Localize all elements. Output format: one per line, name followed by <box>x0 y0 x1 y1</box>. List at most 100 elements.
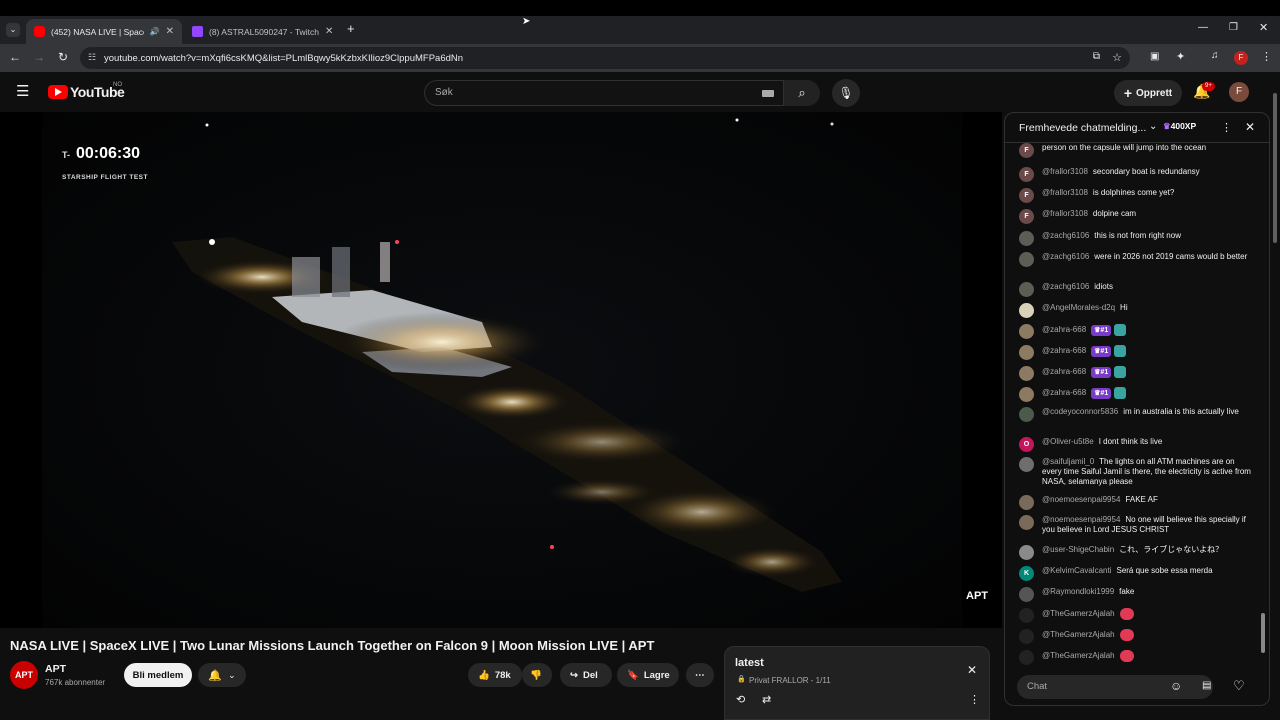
chat-author-name[interactable]: @zahra-668 <box>1042 325 1086 334</box>
chat-author-avatar[interactable] <box>1019 345 1034 360</box>
chat-author-avatar[interactable]: O <box>1019 437 1034 452</box>
tab-search-icon[interactable]: ⌄ <box>6 23 20 37</box>
chat-author-avatar[interactable]: F <box>1019 188 1034 203</box>
chat-author-name[interactable]: @frallor3108 <box>1042 209 1088 218</box>
chat-author-avatar[interactable] <box>1019 587 1034 602</box>
chat-author-name[interactable]: @zachg6106 <box>1042 282 1089 291</box>
save-button[interactable]: 🔖 Lagre <box>617 663 679 687</box>
chat-message[interactable]: @zahra-668 ♛#1 <box>1019 345 1255 360</box>
browser-menu-icon[interactable]: ⋮ <box>1261 50 1272 63</box>
search-input[interactable]: Søk <box>424 80 784 106</box>
chat-author-avatar[interactable]: F <box>1019 167 1034 182</box>
new-tab-icon[interactable]: + <box>347 21 355 36</box>
xp-badge[interactable]: ♛400XP <box>1163 121 1196 132</box>
chat-author-avatar[interactable] <box>1019 324 1034 339</box>
heart-icon[interactable]: ♡ <box>1233 678 1245 694</box>
chat-message[interactable]: F @frallor3108 dolpine cam <box>1019 209 1255 224</box>
chat-author-name[interactable]: @zahra-668 <box>1042 346 1086 355</box>
chat-author-avatar[interactable] <box>1019 515 1034 530</box>
chat-message[interactable]: F @frallor3108 is dolphines come yet? <box>1019 188 1255 203</box>
chevron-down-icon[interactable]: ⌄ <box>1149 121 1157 132</box>
channel-name[interactable]: APT <box>45 663 66 675</box>
close-tab-icon[interactable]: ✕ <box>325 26 333 37</box>
media-control-icon[interactable]: ♫ <box>1211 50 1219 61</box>
chat-author-name[interactable]: @TheGamerzAjalah <box>1042 651 1115 660</box>
bookmark-star-icon[interactable]: ☆ <box>1112 51 1122 64</box>
subscribe-bell-button[interactable]: 🔔 ⌄ <box>198 663 246 687</box>
minimize-icon[interactable]: — <box>1198 22 1208 33</box>
chat-message[interactable]: @codeyoconnor5836 im in australia is this… <box>1019 407 1255 422</box>
chat-author-avatar[interactable] <box>1019 387 1034 402</box>
tab-youtube[interactable]: (452) NASA LIVE | SpaceX LI 🔊 ✕ <box>26 19 182 44</box>
chat-message[interactable]: @Raymondloki1999 fake <box>1019 587 1255 602</box>
chat-message[interactable]: @TheGamerzAjalah <box>1019 608 1255 623</box>
chat-message[interactable]: @zachg6106 idiots <box>1019 282 1255 297</box>
chat-author-name[interactable]: @Oliver-u5t8e <box>1042 437 1094 446</box>
chat-author-avatar[interactable]: K <box>1019 566 1034 581</box>
loop-icon[interactable]: ⟲ <box>736 693 745 706</box>
youtube-logo-icon[interactable] <box>48 85 68 99</box>
dislike-button[interactable]: 👎 <box>522 663 552 687</box>
chat-message[interactable]: @zahra-668 ♛#1 <box>1019 324 1255 339</box>
tab-twitch[interactable]: (8) ASTRAL5090247 - Twitch ✕ <box>184 19 340 44</box>
create-button[interactable]: + Opprett <box>1114 80 1182 106</box>
chat-author-avatar[interactable] <box>1019 252 1034 267</box>
chat-author-avatar[interactable] <box>1019 407 1034 422</box>
forward-icon[interactable]: → <box>31 50 47 64</box>
chat-scrollbar[interactable] <box>1261 613 1265 653</box>
chat-author-name[interactable]: @noemoesenpai9954 <box>1042 515 1120 524</box>
search-button[interactable]: ⌕ <box>784 80 820 106</box>
chat-message[interactable]: @noemoesenpai9954 FAKE AF <box>1019 495 1255 510</box>
join-button[interactable]: Bli medlem <box>124 663 192 687</box>
close-playlist-icon[interactable]: ✕ <box>967 663 977 677</box>
chat-author-name[interactable]: @zachg6106 <box>1042 231 1089 240</box>
chat-message[interactable]: @zachg6106 this is not from right now <box>1019 231 1255 246</box>
chat-author-name[interactable]: @TheGamerzAjalah <box>1042 609 1115 618</box>
chat-author-avatar[interactable] <box>1019 629 1034 644</box>
reload-icon[interactable]: ↻ <box>55 50 71 64</box>
playlist-title[interactable]: latest <box>735 657 764 669</box>
playlist-menu-icon[interactable]: ⋮ <box>969 693 980 706</box>
chat-message[interactable]: @saifuljamil_0 The lights on all ATM mach… <box>1019 457 1255 487</box>
chat-message[interactable]: @noemoesenpai9954 No one will believe thi… <box>1019 515 1255 535</box>
keyboard-icon[interactable] <box>762 90 774 97</box>
back-icon[interactable]: ← <box>7 50 23 64</box>
share-button[interactable]: ↪ Del <box>560 663 612 687</box>
voice-search-button[interactable]: 🎙 <box>832 79 860 107</box>
close-chat-icon[interactable]: ✕ <box>1245 120 1255 134</box>
chat-message[interactable]: @TheGamerzAjalah <box>1019 650 1255 665</box>
chat-message[interactable]: @zachg6106 were in 2026 not 2019 cams wou… <box>1019 252 1255 267</box>
chat-author-avatar[interactable] <box>1019 366 1034 381</box>
chat-message[interactable]: F @frallor3108 secondary boat is redundans… <box>1019 167 1255 182</box>
like-button[interactable]: 👍 78k <box>468 663 522 687</box>
chat-author-name[interactable]: @zachg6106 <box>1042 252 1089 261</box>
chat-author-avatar[interactable] <box>1019 650 1034 665</box>
chat-author-avatar[interactable] <box>1019 495 1034 510</box>
install-app-icon[interactable]: ⧉ <box>1093 51 1100 62</box>
shuffle-icon[interactable]: ⇄ <box>762 693 771 706</box>
chat-author-name[interactable]: @codeyoconnor5836 <box>1042 407 1118 416</box>
chat-author-name[interactable]: @saifuljamil_0 <box>1042 457 1094 466</box>
extension-icon[interactable]: ▣ <box>1150 51 1159 62</box>
hamburger-menu-icon[interactable]: ☰ <box>16 82 29 100</box>
profile-avatar[interactable]: F <box>1234 51 1248 65</box>
chat-author-name[interactable]: @frallor3108 <box>1042 188 1088 197</box>
channel-avatar[interactable]: APT <box>10 661 38 689</box>
chat-author-name[interactable]: @KelvimCavalcanti <box>1042 566 1111 575</box>
chat-message[interactable]: K @KelvimCavalcanti Será que sobe essa mer… <box>1019 566 1255 581</box>
chat-menu-icon[interactable]: ⋮ <box>1221 121 1232 134</box>
more-actions-button[interactable]: ⋯ <box>686 663 714 687</box>
chat-author-avatar[interactable]: F <box>1019 143 1034 158</box>
chat-author-avatar[interactable] <box>1019 545 1034 560</box>
chat-input[interactable]: Chat <box>1017 675 1213 699</box>
restore-icon[interactable]: ❐ <box>1229 22 1238 33</box>
account-avatar[interactable]: F <box>1229 82 1249 102</box>
chat-author-name[interactable]: @frallor3108 <box>1042 167 1088 176</box>
channel-watermark[interactable]: APT <box>966 590 988 602</box>
chat-message[interactable]: @user-ShigeChabin これ、ライブじゃないよね？ <box>1019 545 1255 560</box>
chat-author-avatar[interactable] <box>1019 303 1034 318</box>
chat-message[interactable]: O @Oliver-u5t8e I dont think its live <box>1019 437 1255 452</box>
super-chat-icon[interactable]: ▤ <box>1202 680 1211 691</box>
chat-author-avatar[interactable] <box>1019 608 1034 623</box>
chat-author-avatar[interactable] <box>1019 282 1034 297</box>
